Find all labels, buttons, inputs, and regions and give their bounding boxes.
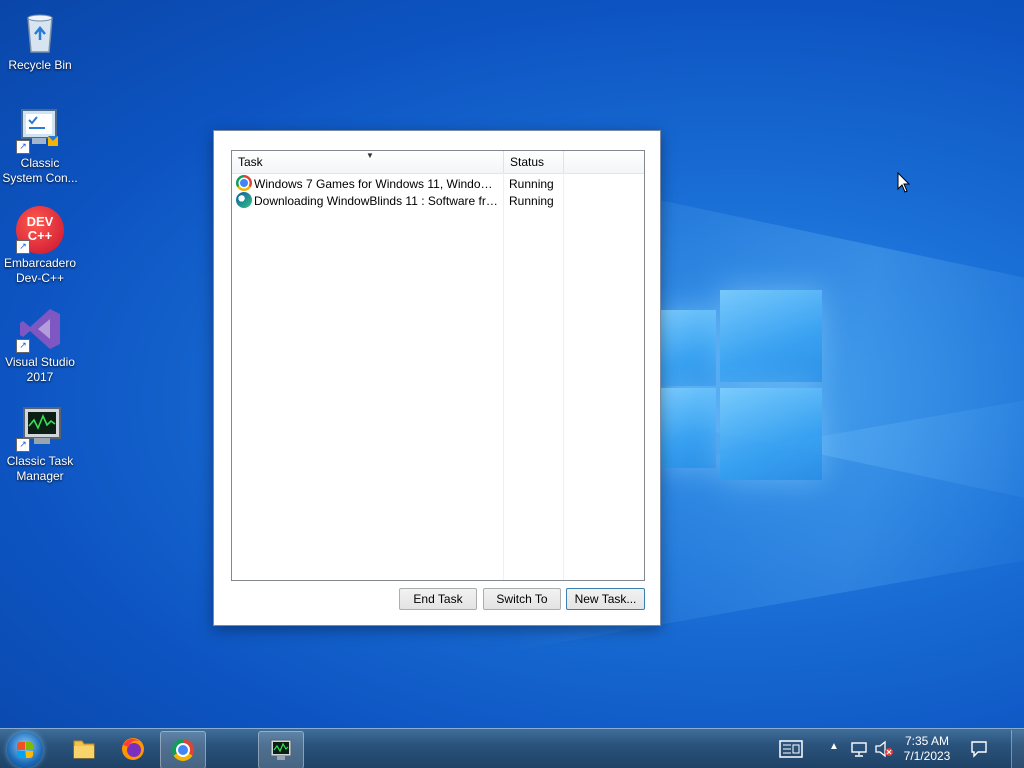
shortcut-arrow-icon: ↗ [16, 438, 30, 452]
recycle-bin-icon [16, 8, 64, 56]
clock-time: 7:35 AM [904, 734, 950, 748]
column-divider [503, 173, 504, 580]
chrome-icon [172, 739, 194, 761]
column-divider [563, 173, 564, 580]
edge-icon [236, 192, 252, 208]
task-listview[interactable]: Task ▼ Status Windows 7 Games for Window… [231, 150, 645, 581]
taskbar-firefox[interactable] [111, 731, 155, 767]
firefox-icon [122, 738, 144, 760]
task-manager-icon [270, 739, 292, 760]
clock-date: 7/1/2023 [903, 749, 951, 763]
volume-muted-icon[interactable] [874, 740, 894, 761]
desktop-icon-devcpp[interactable]: DEV C++ ↗ Embarcadero Dev-C++ [2, 206, 78, 286]
windows-logo-wallpaper [660, 290, 822, 480]
control-panel-icon: ↗ [16, 106, 64, 154]
desktop-icon-label: Recycle Bin [8, 58, 72, 72]
column-header-status[interactable]: Status [504, 151, 564, 173]
taskbar-chrome[interactable] [160, 731, 206, 768]
action-center-icon[interactable] [970, 740, 988, 761]
desktop-icon-classic-task-manager[interactable]: ↗ Classic Task Manager [2, 404, 78, 484]
desktop-icon-label: Classic Task Manager [6, 454, 74, 483]
news-widget-icon[interactable] [779, 740, 803, 761]
start-button[interactable] [7, 732, 43, 768]
desktop-icon-recycle-bin[interactable]: Recycle Bin [2, 8, 78, 73]
shortcut-arrow-icon: ↗ [16, 339, 30, 353]
listview-header: Task ▼ Status [232, 151, 644, 174]
switch-to-button[interactable]: Switch To [483, 588, 561, 610]
task-name: Windows 7 Games for Windows 11, Windows … [254, 177, 499, 191]
end-task-button[interactable]: End Task [399, 588, 477, 610]
desktop-icon-visual-studio[interactable]: ↗ Visual Studio 2017 [2, 305, 78, 385]
task-status: Running [509, 177, 554, 191]
sort-arrow-icon: ▼ [366, 151, 374, 160]
shortcut-arrow-icon: ↗ [16, 240, 30, 254]
desktop-icon-label: Embarcadero Dev-C++ [3, 256, 77, 285]
task-name: Downloading WindowBlinds 11 : Software f… [254, 194, 499, 208]
mouse-cursor-icon [897, 171, 911, 197]
system-clock[interactable]: 7:35 AM 7/1/2023 [894, 734, 960, 764]
chrome-icon [236, 175, 252, 191]
desktop-icon-classic-system-control[interactable]: ↗ Classic System Con... [2, 106, 78, 186]
visual-studio-icon: ↗ [16, 305, 64, 353]
taskbar-file-explorer[interactable] [62, 731, 106, 767]
task-status: Running [509, 194, 554, 208]
file-explorer-icon [73, 740, 95, 759]
task-row[interactable]: Windows 7 Games for Windows 11, Windows … [232, 175, 642, 192]
show-desktop-button[interactable] [1011, 730, 1024, 768]
new-task-button[interactable]: New Task... [566, 588, 645, 610]
windows-flag-icon [17, 742, 33, 758]
task-row[interactable]: Downloading WindowBlinds 11 : Software f… [232, 192, 642, 209]
devcpp-icon: DEV C++ ↗ [16, 206, 64, 254]
network-icon[interactable] [850, 740, 868, 761]
task-list-dialog: Task ▼ Status Windows 7 Games for Window… [213, 130, 661, 626]
desktop-icon-label: Classic System Con... [2, 156, 78, 185]
desktop-icon-label: Visual Studio 2017 [5, 355, 75, 384]
taskbar: ▲ 7:35 AM 7/1/2023 [0, 728, 1024, 768]
show-hidden-icons-chevron-icon[interactable]: ▲ [829, 741, 839, 752]
shortcut-arrow-icon: ↗ [16, 140, 30, 154]
taskbar-task-manager[interactable] [258, 731, 304, 768]
task-manager-icon: ↗ [16, 404, 64, 452]
